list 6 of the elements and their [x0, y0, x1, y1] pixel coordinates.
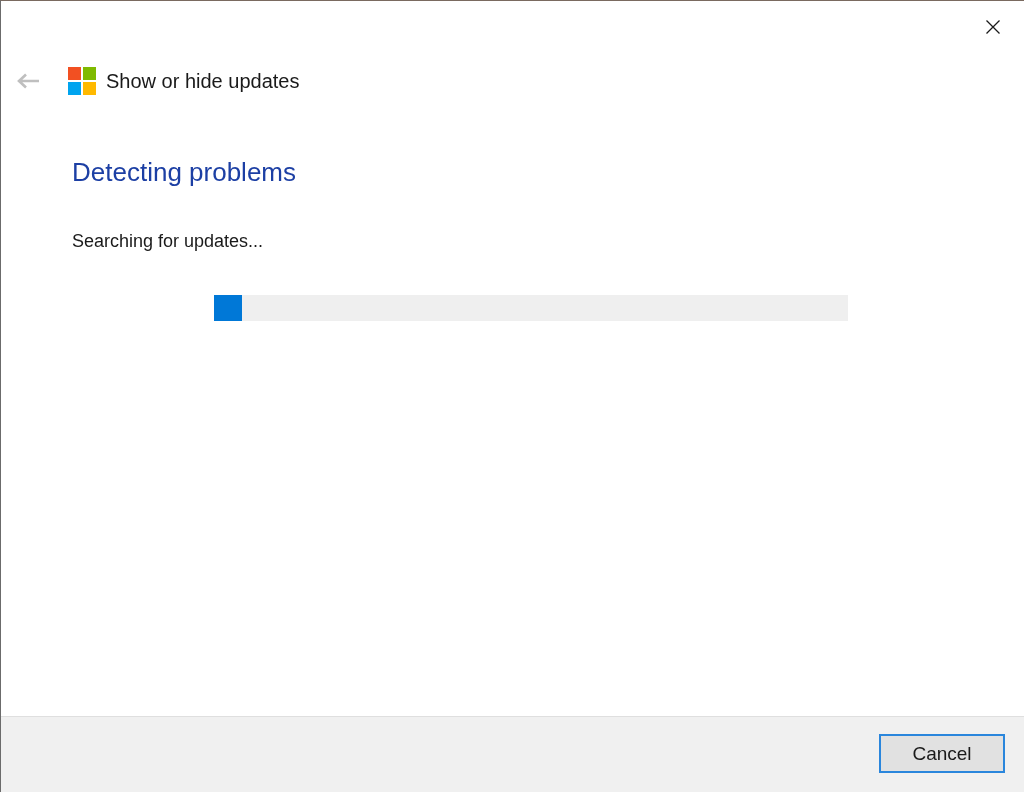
- cancel-button[interactable]: Cancel: [879, 734, 1005, 773]
- four-squares-icon: [68, 67, 96, 95]
- status-text: Searching for updates...: [72, 230, 264, 253]
- window-title: Show or hide updates: [106, 69, 300, 94]
- close-icon[interactable]: [986, 20, 1000, 34]
- page-heading: Detecting problems: [72, 156, 296, 188]
